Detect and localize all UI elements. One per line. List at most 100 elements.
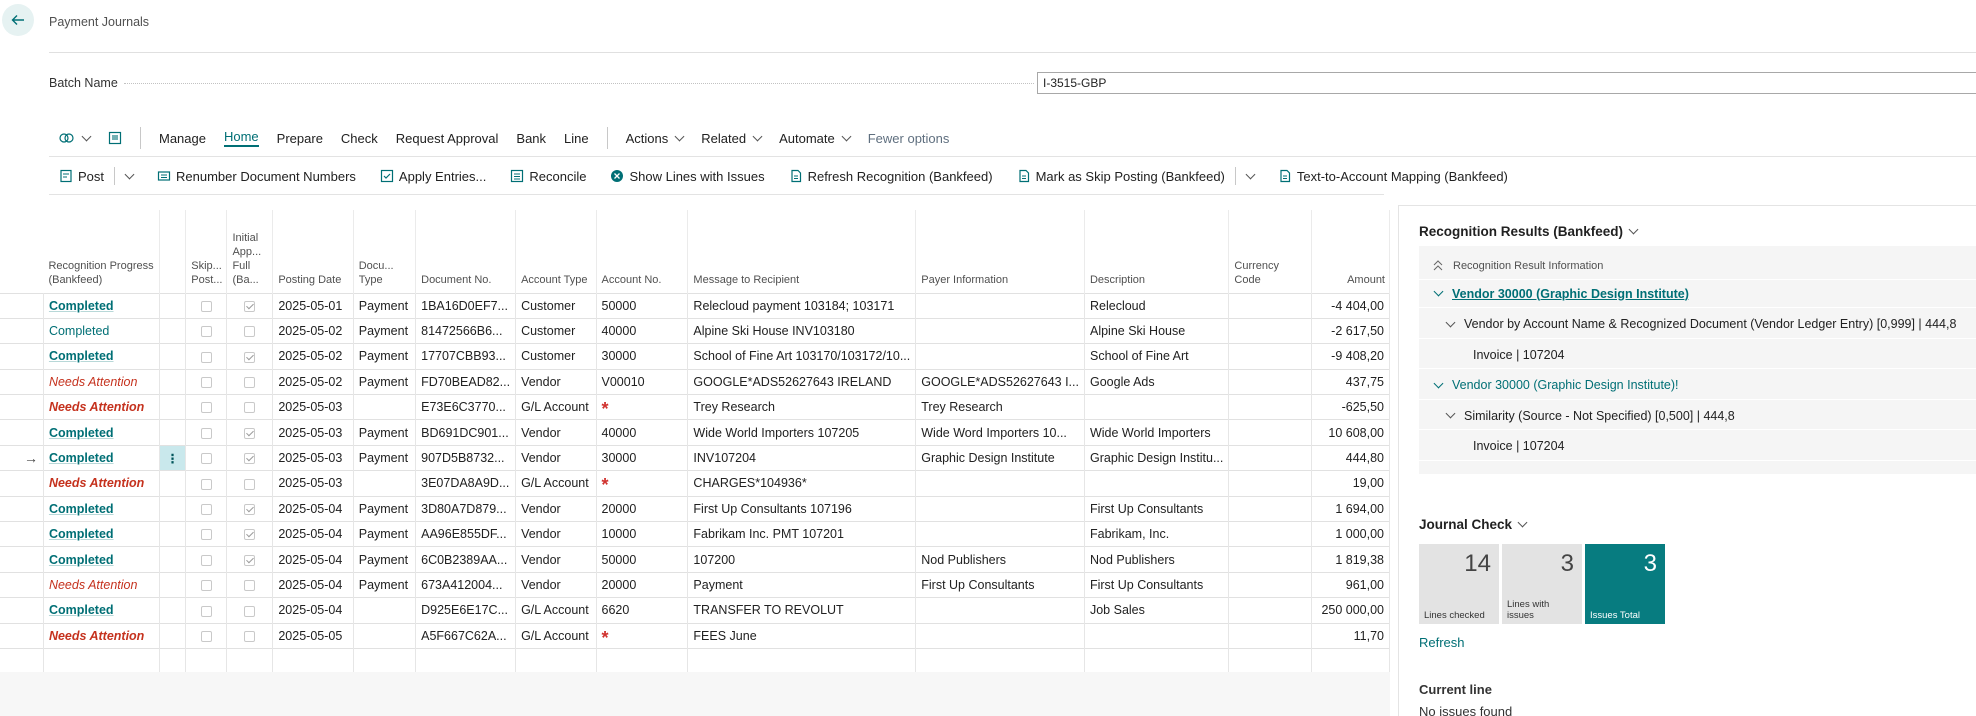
recognition-progress-cell[interactable]: Needs Attention	[43, 470, 161, 497]
recognition-status[interactable]: Completed	[49, 451, 114, 465]
recognition-progress-cell[interactable]: Completed	[43, 292, 161, 319]
account-type-cell[interactable]: Vendor	[515, 495, 597, 522]
document-type-cell[interactable]: Payment	[353, 317, 417, 344]
posting-date-cell[interactable]: 2025-05-03	[272, 419, 354, 446]
account-no-cell[interactable]: 20000	[596, 495, 689, 522]
posting-date-cell[interactable]: 2025-05-02	[272, 317, 354, 344]
posting-date-cell[interactable]: 2025-05-05	[272, 622, 354, 649]
col-description[interactable]: Description	[1084, 210, 1230, 293]
recognition-status[interactable]: Needs Attention	[49, 476, 144, 490]
skip-posting-cell[interactable]	[185, 521, 228, 547]
message-cell[interactable]: Payment	[687, 571, 917, 598]
account-type-cell[interactable]: Customer	[515, 343, 597, 370]
quick-filter-menu[interactable]	[59, 131, 92, 145]
skip-posting-cell[interactable]	[185, 546, 228, 573]
skip-posting-checkbox[interactable]	[200, 554, 212, 566]
payer-information-cell[interactable]	[915, 521, 1085, 547]
payer-information-cell[interactable]	[915, 597, 1085, 624]
recognition-status[interactable]: Needs Attention	[49, 629, 144, 643]
currency-code-cell[interactable]	[1228, 470, 1313, 497]
document-no-cell[interactable]: 81472566B6...	[415, 317, 517, 344]
journal-check-tile[interactable]: 3 Lines with issues	[1502, 544, 1582, 624]
journal-check-refresh-link[interactable]: Refresh	[1419, 635, 1465, 650]
document-no-cell[interactable]: 673A412004...	[415, 571, 517, 598]
back-button[interactable]	[2, 4, 34, 36]
account-type-cell[interactable]: Vendor	[515, 368, 597, 395]
initial-approval-checkbox[interactable]	[244, 580, 256, 592]
description-cell[interactable]: Job Sales	[1084, 597, 1230, 624]
currency-code-cell[interactable]	[1228, 495, 1313, 522]
amount-cell[interactable]: 11,70	[1311, 622, 1390, 649]
initial-approval-cell[interactable]	[226, 343, 274, 370]
currency-code-cell[interactable]	[1228, 571, 1313, 598]
table-row[interactable]: Completed 2025-05-02 Payment 17707CBB93... C…	[0, 343, 1390, 370]
initial-approval-checkbox[interactable]	[244, 605, 256, 617]
amount-cell[interactable]: 1 694,00	[1311, 495, 1390, 522]
skip-posting-cell[interactable]	[185, 343, 228, 370]
batch-name-input[interactable]	[1037, 72, 1976, 94]
initial-approval-checkbox[interactable]	[244, 504, 256, 516]
post-dropdown[interactable]	[114, 167, 135, 185]
table-row[interactable]: Completed 2025-05-04 Payment AA96E855DF... V…	[0, 521, 1390, 547]
amount-cell[interactable]: 437,75	[1311, 368, 1390, 395]
skip-posting-cell[interactable]	[185, 394, 228, 420]
col-posting-date[interactable]: Posting Date	[272, 210, 354, 293]
recognition-progress-cell[interactable]: Needs Attention	[43, 622, 161, 649]
account-no-cell[interactable]: 30000	[596, 444, 689, 471]
description-cell[interactable]	[1084, 470, 1230, 497]
initial-approval-cell[interactable]	[226, 622, 274, 649]
recognition-tree-item[interactable]: Invoice | 107204	[1419, 433, 1976, 461]
currency-code-cell[interactable]	[1228, 343, 1313, 370]
document-type-cell[interactable]: Payment	[353, 546, 417, 573]
document-no-cell[interactable]: A5F667C62A...	[415, 622, 517, 649]
open-in-new-window-button[interactable]	[108, 131, 122, 145]
currency-code-cell[interactable]	[1228, 521, 1313, 547]
initial-approval-checkbox[interactable]	[244, 453, 256, 465]
account-no-cell[interactable]: *	[596, 394, 689, 420]
description-cell[interactable]: Nod Publishers	[1084, 546, 1230, 573]
col-currency-code[interactable]: Currency Code	[1228, 210, 1313, 293]
message-cell[interactable]: CHARGES*104936*	[687, 470, 917, 497]
description-cell[interactable]: Wide World Importers	[1084, 419, 1230, 446]
recognition-status[interactable]: Completed	[49, 553, 114, 567]
payer-information-cell[interactable]	[915, 292, 1085, 319]
account-type-cell[interactable]: G/L Account	[515, 470, 597, 497]
table-row[interactable]: Completed 2025-05-04 Payment 3D80A7D879... V…	[0, 495, 1390, 522]
initial-approval-cell[interactable]	[226, 317, 274, 344]
currency-code-cell[interactable]	[1228, 546, 1313, 573]
description-cell[interactable]	[1084, 394, 1230, 420]
document-type-cell[interactable]: Payment	[353, 343, 417, 370]
recognition-status[interactable]: Completed	[49, 603, 114, 617]
recognition-tree-item[interactable]: Vendor 30000 (Graphic Design Institute)!	[1419, 372, 1976, 400]
description-cell[interactable]: Fabrikam, Inc.	[1084, 521, 1230, 547]
empty-cell[interactable]	[272, 647, 354, 673]
payer-information-cell[interactable]: GOOGLE*ADS52627643 I...	[915, 368, 1085, 395]
fewer-options-button[interactable]: Fewer options	[868, 131, 950, 146]
document-type-cell[interactable]: Payment	[353, 368, 417, 395]
account-no-cell[interactable]: 20000	[596, 571, 689, 598]
empty-cell[interactable]	[515, 647, 597, 673]
description-cell[interactable]: First Up Consultants	[1084, 495, 1230, 522]
skip-posting-checkbox[interactable]	[200, 402, 212, 414]
document-no-cell[interactable]: 907D5B8732...	[415, 444, 517, 471]
account-type-cell[interactable]: Vendor	[515, 521, 597, 547]
initial-approval-cell[interactable]	[226, 444, 274, 471]
posting-date-cell[interactable]: 2025-05-03	[272, 470, 354, 497]
description-cell[interactable]: First Up Consultants	[1084, 571, 1230, 598]
initial-approval-cell[interactable]	[226, 546, 274, 573]
skip-posting-checkbox[interactable]	[200, 351, 212, 363]
table-row[interactable]: Needs Attention 2025-05-05 A5F667C62A... G/…	[0, 622, 1390, 649]
message-cell[interactable]: TRANSFER TO REVOLUT	[687, 597, 917, 624]
recognition-status[interactable]: Needs Attention	[49, 400, 144, 414]
col-account-type[interactable]: Account Type	[515, 210, 597, 293]
journal-check-tile[interactable]: 3 Issues Total	[1585, 544, 1665, 624]
mark-skip-posting-dropdown[interactable]	[1234, 167, 1256, 185]
account-no-cell[interactable]: V00010	[596, 368, 689, 395]
more-options-icon[interactable]: ⋮	[166, 452, 179, 466]
tab-manage[interactable]: Manage	[159, 131, 206, 146]
account-no-cell[interactable]: *	[596, 622, 689, 649]
recognition-status[interactable]: Completed	[49, 502, 114, 516]
account-no-cell[interactable]: 40000	[596, 317, 689, 344]
currency-code-cell[interactable]	[1228, 394, 1313, 420]
skip-posting-cell[interactable]	[185, 622, 228, 649]
